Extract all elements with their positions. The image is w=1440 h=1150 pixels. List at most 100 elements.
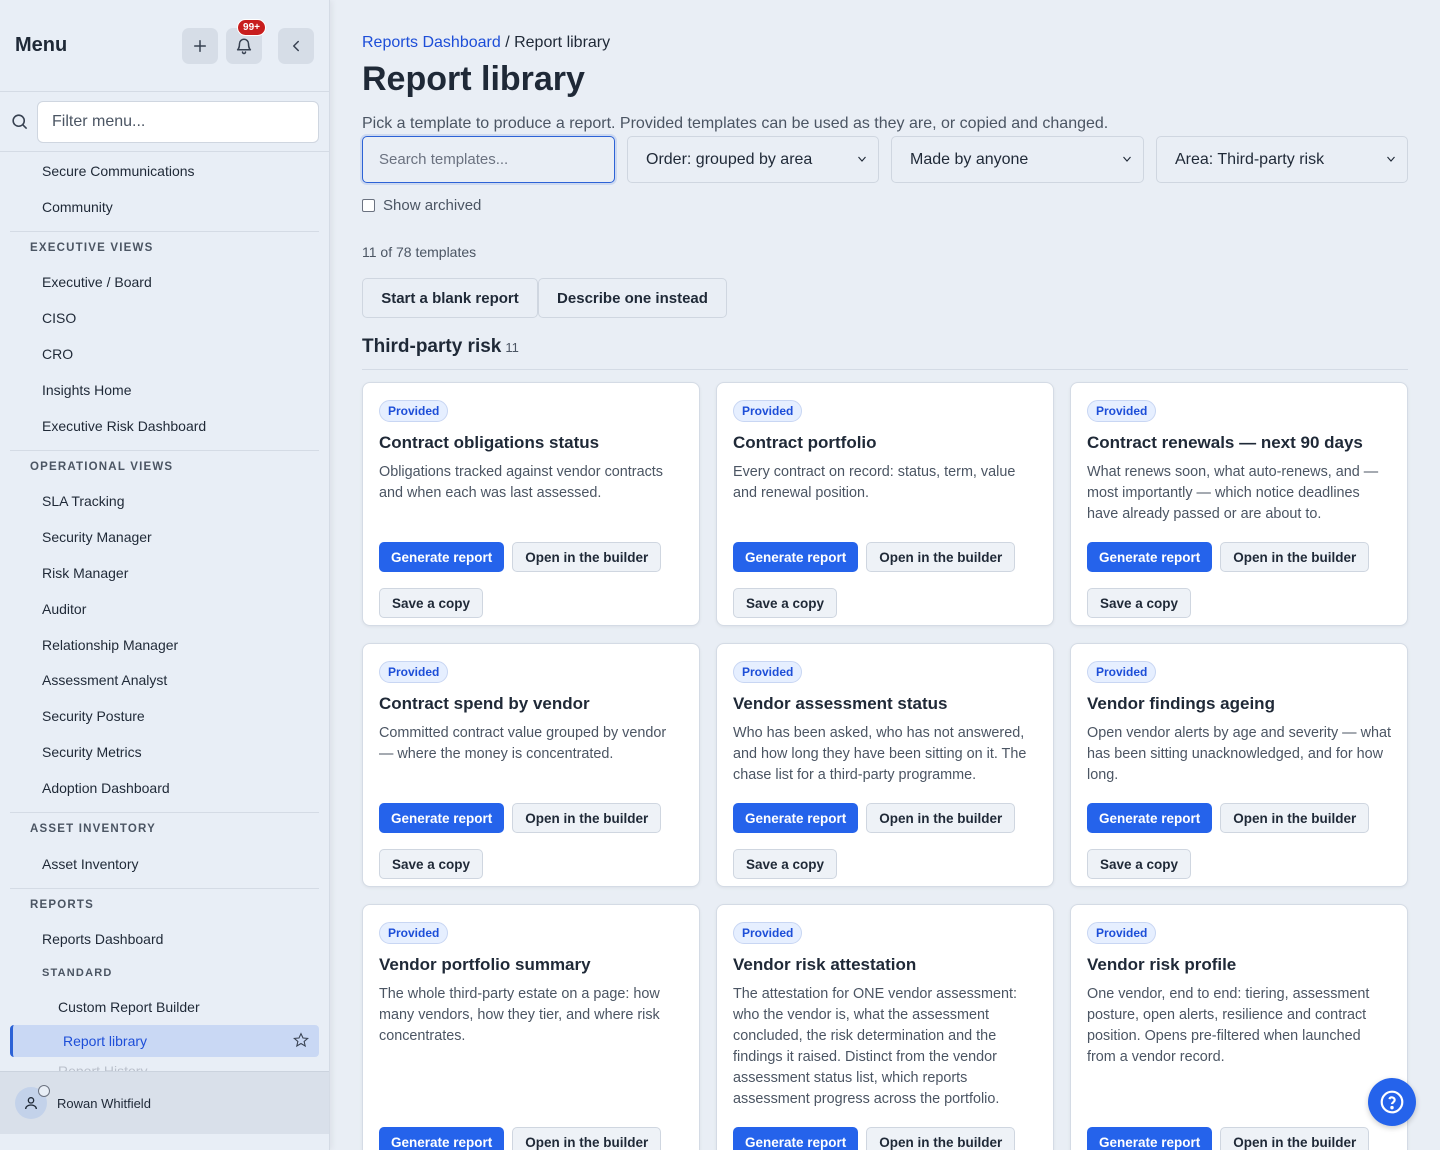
nav-item-community[interactable]: Community <box>0 189 329 225</box>
template-card: Provided Contract renewals — next 90 days… <box>1070 382 1408 626</box>
card-title: Vendor risk profile <box>1087 955 1237 974</box>
nav-item-custom-report-builder[interactable]: Custom Report Builder <box>0 989 329 1025</box>
save-copy-button[interactable]: Save a copy <box>1087 849 1192 879</box>
generate-report-button[interactable]: Generate report <box>733 542 859 572</box>
user-icon <box>25 1097 37 1110</box>
generate-report-button[interactable]: Generate report <box>1087 1127 1213 1150</box>
page-title: Report library <box>362 60 585 98</box>
start-blank-report-button[interactable]: Start a blank report <box>362 278 538 318</box>
template-card: Provided Contract portfolio Every contract… <box>716 382 1054 626</box>
card-actions: Generate reportOpen in the builder Save a… <box>733 542 1043 618</box>
nav-item-ciso[interactable]: CISO <box>0 300 329 336</box>
sidebar-nav: Secure Communications Community EXECUTIV… <box>0 153 329 1071</box>
open-in-builder-button[interactable]: Open in the builder <box>512 1127 662 1150</box>
star-icon[interactable] <box>293 1032 309 1048</box>
nav-item-security-posture[interactable]: Security Posture <box>0 698 329 734</box>
nav-item-executive-risk-dashboard[interactable]: Executive Risk Dashboard <box>0 408 329 444</box>
open-in-builder-button[interactable]: Open in the builder <box>866 1127 1016 1150</box>
provided-badge: Provided <box>733 661 803 683</box>
describe-report-button[interactable]: Describe one instead <box>538 278 727 318</box>
generate-report-button[interactable]: Generate report <box>1087 803 1213 833</box>
nav-item-auditor[interactable]: Auditor <box>0 591 329 627</box>
made-by-select[interactable]: Made by anyone <box>891 136 1144 183</box>
generate-report-button[interactable]: Generate report <box>733 1127 859 1150</box>
open-in-builder-button[interactable]: Open in the builder <box>1220 542 1370 572</box>
show-archived-checkbox[interactable] <box>362 199 375 212</box>
notifications-button[interactable]: 99+ <box>226 18 266 64</box>
nav-item-report-library[interactable]: Report library <box>10 1025 319 1058</box>
provided-badge: Provided <box>1087 661 1157 683</box>
card-actions: Generate reportOpen in the builderSave a… <box>1087 1127 1397 1150</box>
generate-report-button[interactable]: Generate report <box>733 803 859 833</box>
card-actions: Generate reportOpen in the builder Save a… <box>379 803 689 879</box>
collapse-sidebar-button[interactable] <box>278 27 314 64</box>
filter-menu-input[interactable] <box>37 100 319 143</box>
card-title: Vendor risk attestation <box>733 955 917 974</box>
page-description: Pick a template to produce a report. Pro… <box>362 115 1109 132</box>
open-in-builder-button[interactable]: Open in the builder <box>1220 1127 1370 1150</box>
save-copy-button[interactable]: Save a copy <box>733 849 838 879</box>
section-divider <box>362 369 1408 370</box>
save-copy-button[interactable]: Save a copy <box>733 588 838 618</box>
open-in-builder-button[interactable]: Open in the builder <box>866 803 1016 833</box>
nav-item-label: Report library <box>63 1033 148 1050</box>
nav-item-relationship-manager[interactable]: Relationship Manager <box>0 627 329 663</box>
open-in-builder-button[interactable]: Open in the builder <box>512 542 662 572</box>
nav-item-sla-tracking[interactable]: SLA Tracking <box>0 484 329 520</box>
template-card: Provided Contract spend by vendor Committe… <box>362 643 700 887</box>
nav-item-risk-manager[interactable]: Risk Manager <box>0 555 329 591</box>
card-title: Vendor findings ageing <box>1087 694 1275 713</box>
nav-item-report-history[interactable]: Report History <box>0 1057 329 1071</box>
nav-section-asset-inventory: ASSET INVENTORY <box>10 811 319 846</box>
nav-item-reports-dashboard[interactable]: Reports Dashboard <box>0 922 329 958</box>
nav-item-assessment-analyst[interactable]: Assessment Analyst <box>0 663 329 699</box>
chevron-down-icon <box>858 156 866 162</box>
nav-item-asset-inventory[interactable]: Asset Inventory <box>0 846 329 882</box>
generate-report-button[interactable]: Generate report <box>379 803 505 833</box>
menu-filter <box>0 92 329 152</box>
search-templates-input[interactable] <box>362 136 615 183</box>
nav-item-security-metrics[interactable]: Security Metrics <box>0 734 329 770</box>
card-actions: Generate reportOpen in the builder Save a… <box>1087 542 1397 618</box>
nav-item-insights-home[interactable]: Insights Home <box>0 372 329 408</box>
save-copy-button[interactable]: Save a copy <box>379 849 484 879</box>
card-title: Contract portfolio <box>733 433 877 452</box>
nav-item-secure-communications[interactable]: Secure Communications <box>0 153 329 189</box>
gear-icon <box>38 1085 50 1097</box>
notification-badge: 99+ <box>237 18 266 36</box>
order-select[interactable]: Order: grouped by area <box>627 136 879 183</box>
show-archived-toggle[interactable]: Show archived <box>362 197 481 214</box>
area-select-value: Area: Third-party risk <box>1175 150 1325 168</box>
sidebar-header: Menu 99+ <box>0 0 329 92</box>
card-title: Contract obligations status <box>379 433 600 452</box>
template-card: Provided Vendor findings ageing Open vendo… <box>1070 643 1408 887</box>
add-button[interactable] <box>182 27 218 64</box>
open-in-builder-button[interactable]: Open in the builder <box>866 542 1016 572</box>
card-description: Committed contract value grouped by vend… <box>379 725 667 762</box>
generate-report-button[interactable]: Generate report <box>379 1127 505 1150</box>
generate-report-button[interactable]: Generate report <box>1087 542 1213 572</box>
show-archived-label: Show archived <box>383 197 482 214</box>
area-select[interactable]: Area: Third-party risk <box>1156 136 1408 183</box>
breadcrumb-link-reports-dashboard[interactable]: Reports Dashboard <box>362 34 501 51</box>
card-description: One vendor, end to end: tiering, assessm… <box>1087 986 1370 1065</box>
generate-report-button[interactable]: Generate report <box>379 542 505 572</box>
chevron-down-icon <box>1387 156 1395 162</box>
template-card: Provided Vendor risk profile One vendor, e… <box>1070 904 1408 1150</box>
nav-item-cro[interactable]: CRO <box>0 336 329 372</box>
open-in-builder-button[interactable]: Open in the builder <box>512 803 662 833</box>
provided-badge: Provided <box>1087 922 1157 944</box>
section-title: Third-party risk 11 <box>362 336 519 358</box>
provided-badge: Provided <box>379 400 449 422</box>
user-profile[interactable]: Rowan Whitfield <box>0 1071 329 1134</box>
card-description: The attestation for ONE vendor assessmen… <box>733 986 1017 1107</box>
save-copy-button[interactable]: Save a copy <box>379 588 484 618</box>
nav-item-adoption-dashboard[interactable]: Adoption Dashboard <box>0 770 329 806</box>
help-button[interactable] <box>1368 1078 1416 1126</box>
nav-item-executive-board[interactable]: Executive / Board <box>0 265 329 301</box>
save-copy-button[interactable]: Save a copy <box>1087 588 1192 618</box>
nav-item-security-manager[interactable]: Security Manager <box>0 519 329 555</box>
open-in-builder-button[interactable]: Open in the builder <box>1220 803 1370 833</box>
filter-bar: Order: grouped by area Made by anyone Ar… <box>362 136 1408 183</box>
bell-icon <box>236 38 252 54</box>
